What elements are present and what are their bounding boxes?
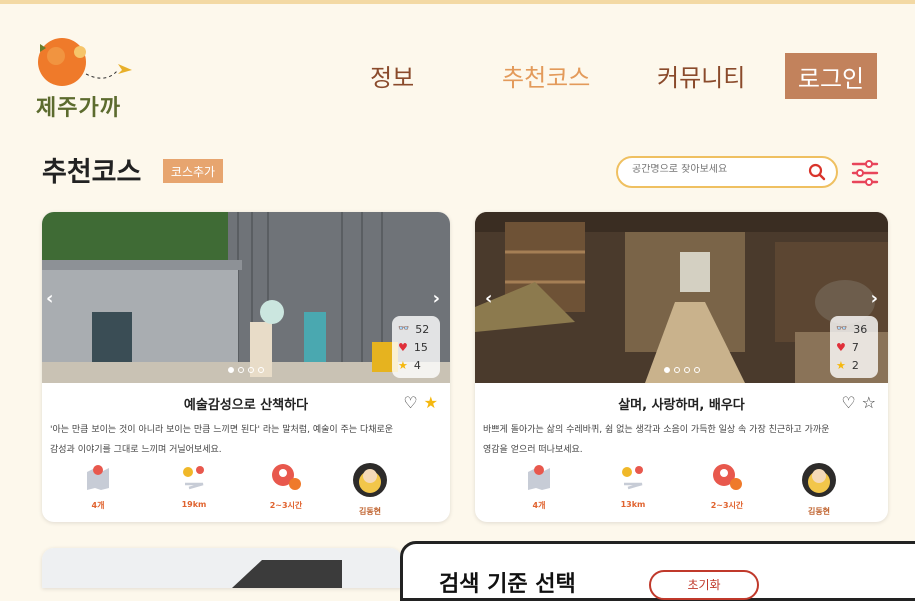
next-arrow-icon[interactable]: ›	[433, 288, 440, 309]
course-description: '아는 만큼 보이는 것이 아니라 보이는 만큼 느끼면 된다' 라는 말처럼,…	[50, 420, 442, 460]
modal-title: 검색 기준 선택	[439, 572, 576, 597]
next-arrow-icon[interactable]: ›	[871, 288, 878, 309]
description-line: 감성과 이야기를 그대로 느끼며 거닐어보세요.	[50, 445, 222, 455]
nav-community[interactable]: 커뮤니티	[657, 58, 745, 93]
course-photo	[42, 548, 402, 588]
star-icon: ★	[398, 358, 408, 372]
stats-box: 👓 36 ♥ 7 ★ 2	[830, 316, 878, 378]
search-box[interactable]	[616, 156, 838, 188]
nav-info[interactable]: 정보	[370, 58, 414, 93]
add-course-button[interactable]: 코스추가	[163, 159, 223, 183]
likes-count: 15	[413, 340, 428, 354]
favorite-star-icon[interactable]: ★	[424, 393, 438, 412]
favorite-star-icon[interactable]: ☆	[862, 393, 876, 412]
logo[interactable]: 제주가까	[26, 34, 136, 124]
carousel-dots[interactable]	[663, 367, 700, 373]
stars-count: 4	[413, 358, 421, 372]
distance-icon	[183, 466, 204, 490]
course-photo[interactable]: ‹ › 👓 52 ♥ 15 ★ 4	[42, 212, 450, 383]
like-heart-icon[interactable]: ♡	[403, 393, 417, 412]
distance-value: 19km	[181, 500, 207, 509]
prev-arrow-icon[interactable]: ‹	[46, 288, 53, 309]
author-name: 김동현	[807, 507, 831, 516]
views-count: 52	[415, 322, 430, 336]
logo-icon	[38, 38, 132, 86]
logo-text: 제주가까	[36, 95, 121, 121]
course-card-partial[interactable]	[42, 548, 402, 588]
prev-arrow-icon[interactable]: ‹	[485, 288, 492, 309]
login-button[interactable]: 로그인	[785, 53, 877, 99]
description-line: 바쁘게 돌아가는 삶의 수레바퀴, 쉼 없는 생각과 소음이 가득한 일상 속 …	[483, 425, 830, 435]
distance-value: 13km	[620, 500, 646, 509]
search-input[interactable]	[632, 164, 802, 175]
course-description: 바쁘게 돌아가는 삶의 수레바퀴, 쉼 없는 생각과 소음이 가득한 일상 속 …	[483, 420, 875, 460]
views-count: 36	[853, 322, 868, 336]
carousel-dots[interactable]	[228, 367, 264, 373]
heart-icon: ♥	[836, 340, 846, 354]
page-title: 추천코스	[42, 157, 142, 188]
course-card[interactable]: ‹ › 👓 36 ♥ 7 ★ 2 살며, 사랑하며, 배우다 ♡ ☆ 바쁘게 돌아가는…	[475, 212, 888, 522]
duration-value: 2~3시간	[269, 501, 303, 510]
star-icon: ★	[836, 358, 846, 372]
duration-value: 2~3시간	[710, 501, 744, 510]
carousel-dot[interactable]	[663, 367, 670, 373]
author-avatar[interactable]	[801, 462, 837, 498]
distance-icon	[622, 466, 643, 490]
nav-recommended-course[interactable]: 추천코스	[502, 58, 590, 93]
map-pin-icon	[528, 465, 550, 490]
stats-box: 👓 52 ♥ 15 ★ 4	[392, 316, 440, 378]
description-line: '아는 만큼 보이는 것이 아니라 보이는 만큼 느끼면 된다' 라는 말처럼,…	[50, 425, 394, 435]
places-count: 4개	[91, 501, 105, 510]
search-icon[interactable]	[808, 163, 826, 181]
places-count: 4개	[532, 501, 546, 510]
author-name: 김동현	[358, 507, 382, 516]
reset-button[interactable]: 초기화	[649, 570, 759, 600]
eye-icon: 👓	[398, 324, 410, 334]
carousel-dot[interactable]	[693, 367, 700, 373]
stars-count: 2	[851, 358, 859, 372]
likes-count: 7	[851, 340, 859, 354]
top-border	[0, 0, 915, 4]
carousel-dot[interactable]	[258, 367, 264, 373]
course-title: 예술감성으로 산책하다	[183, 398, 309, 413]
carousel-dot[interactable]	[228, 367, 234, 373]
carousel-dot[interactable]	[683, 367, 690, 373]
map-pin-icon	[87, 465, 109, 490]
course-card[interactable]: ‹ › 👓 52 ♥ 15 ★ 4 예술감성으로 산책하다 ♡ ★ '아는 만큼 보이…	[42, 212, 450, 522]
carousel-dot[interactable]	[673, 367, 680, 373]
description-line: 영감을 얻으러 떠나보세요.	[483, 445, 583, 455]
course-title: 살며, 사랑하며, 배우다	[618, 398, 745, 413]
course-photo[interactable]: ‹ › 👓 36 ♥ 7 ★ 2	[475, 212, 888, 383]
filter-modal[interactable]: 검색 기준 선택 초기화	[400, 541, 915, 601]
duration-icon	[272, 464, 301, 490]
like-heart-icon[interactable]: ♡	[841, 393, 855, 412]
eye-icon: 👓	[836, 324, 848, 334]
heart-icon: ♥	[398, 340, 408, 354]
carousel-dot[interactable]	[248, 367, 254, 373]
filter-icon[interactable]	[851, 160, 879, 186]
duration-icon	[713, 464, 742, 490]
carousel-dot[interactable]	[238, 367, 244, 373]
author-avatar[interactable]	[352, 462, 388, 498]
